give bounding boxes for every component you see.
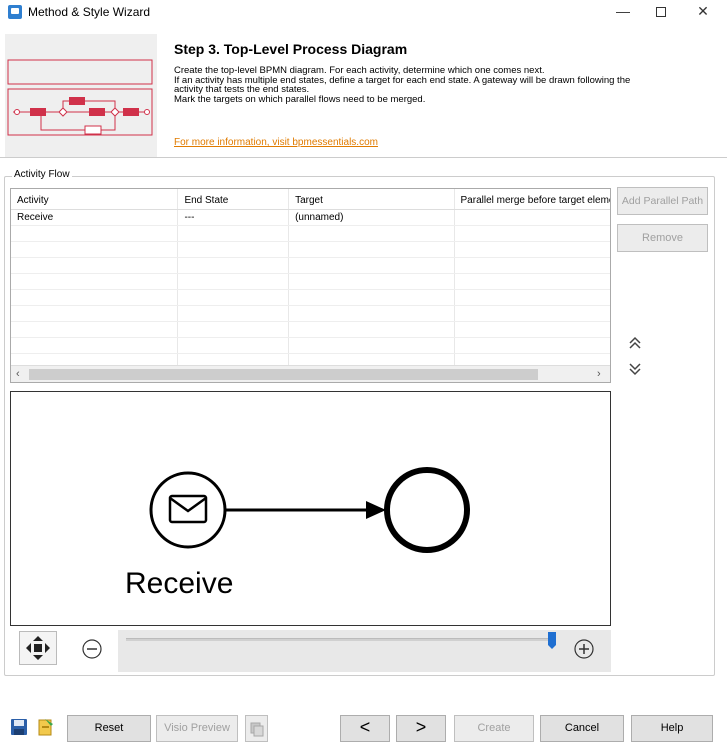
description-line: Mark the targets on which parallel flows…: [174, 93, 426, 105]
table-row[interactable]: [11, 274, 610, 290]
empty-cell[interactable]: [11, 242, 179, 257]
column-header-end-state[interactable]: End State: [178, 189, 290, 209]
empty-cell[interactable]: [178, 306, 290, 321]
app-icon: [8, 5, 22, 19]
maximize-icon: [656, 7, 666, 17]
diagram-thumbnail: [5, 34, 157, 157]
empty-cell[interactable]: [455, 290, 610, 305]
minimize-button[interactable]: —: [606, 0, 640, 24]
cancel-button[interactable]: Cancel: [540, 715, 624, 742]
zoom-out-button[interactable]: [81, 638, 103, 660]
step-description: Create the top-level BPMN diagram. For e…: [174, 66, 694, 104]
table-row[interactable]: [11, 338, 610, 354]
empty-cell[interactable]: [455, 226, 610, 241]
empty-cell[interactable]: [289, 290, 455, 305]
grid-header: Activity End State Target Parallel merge…: [11, 189, 610, 210]
maximize-button[interactable]: [644, 0, 678, 24]
next-button[interactable]: >: [396, 715, 446, 742]
sequence-flow-arrow: [366, 501, 386, 519]
title-bar: Method & Style Wizard — ✕: [0, 0, 727, 24]
move-icon: [26, 636, 50, 660]
empty-cell[interactable]: [455, 242, 610, 257]
scroll-left-icon[interactable]: ‹: [16, 368, 20, 380]
cell-end-state[interactable]: ---: [178, 210, 290, 225]
copy-button[interactable]: [245, 715, 268, 742]
scrollbar-thumb[interactable]: [29, 369, 538, 380]
cell-activity[interactable]: Receive: [11, 210, 179, 225]
empty-cell[interactable]: [11, 258, 179, 273]
open-file-icon[interactable]: [36, 717, 56, 737]
help-button[interactable]: Help: [631, 715, 713, 742]
cell-parallel-merge[interactable]: [455, 210, 610, 225]
empty-cell[interactable]: [11, 274, 179, 289]
create-button[interactable]: Create: [454, 715, 534, 742]
empty-cell[interactable]: [455, 338, 610, 353]
table-row[interactable]: Receive --- (unnamed): [11, 210, 610, 226]
scroll-right-icon[interactable]: ›: [597, 368, 601, 380]
empty-cell[interactable]: [178, 290, 290, 305]
empty-cell[interactable]: [289, 242, 455, 257]
empty-cell[interactable]: [178, 226, 290, 241]
empty-cell[interactable]: [178, 322, 290, 337]
empty-cell[interactable]: [11, 226, 179, 241]
move-down-icon[interactable]: [625, 359, 645, 379]
move-up-icon[interactable]: [625, 333, 645, 353]
empty-cell[interactable]: [289, 274, 455, 289]
zoom-slider[interactable]: [126, 638, 556, 641]
empty-cell[interactable]: [455, 258, 610, 273]
zoom-slider-thumb[interactable]: [547, 632, 556, 649]
close-button[interactable]: ✕: [686, 0, 720, 24]
plus-circle-icon: [574, 639, 594, 659]
table-row[interactable]: [11, 322, 610, 338]
table-row[interactable]: [11, 226, 610, 242]
column-header-target[interactable]: Target: [289, 189, 455, 209]
empty-cell[interactable]: [178, 338, 290, 353]
empty-cell[interactable]: [11, 322, 179, 337]
minus-circle-icon: [82, 639, 102, 659]
activity-flow-grid[interactable]: Activity End State Target Parallel merge…: [10, 188, 611, 383]
empty-cell[interactable]: [455, 322, 610, 337]
window-title: Method & Style Wizard: [28, 5, 151, 19]
wizard-header: Step 3. Top-Level Process Diagram Create…: [0, 24, 727, 158]
column-header-parallel-merge[interactable]: Parallel merge before target eleme: [455, 189, 610, 209]
table-row[interactable]: [11, 258, 610, 274]
remove-button[interactable]: Remove: [617, 224, 708, 252]
activity-flow-label: Activity Flow: [12, 169, 72, 180]
empty-cell[interactable]: [11, 306, 179, 321]
empty-cell[interactable]: [289, 258, 455, 273]
empty-cell[interactable]: [11, 290, 179, 305]
step-title: Step 3. Top-Level Process Diagram: [174, 41, 408, 57]
cell-target[interactable]: (unnamed): [289, 210, 455, 225]
add-parallel-path-button[interactable]: Add Parallel Path: [617, 187, 708, 215]
column-header-activity[interactable]: Activity: [11, 189, 179, 209]
table-row[interactable]: [11, 306, 610, 322]
empty-cell[interactable]: [289, 338, 455, 353]
empty-cell[interactable]: [455, 274, 610, 289]
more-info-link[interactable]: For more information, visit bpmessential…: [174, 137, 378, 148]
empty-cell[interactable]: [455, 306, 610, 321]
empty-cell[interactable]: [11, 338, 179, 353]
pan-button[interactable]: [19, 631, 57, 665]
table-row[interactable]: [11, 290, 610, 306]
horizontal-scrollbar[interactable]: ‹ ›: [11, 365, 610, 382]
diagram-canvas[interactable]: Receive: [10, 391, 611, 626]
back-button[interactable]: <: [340, 715, 390, 742]
visio-preview-button[interactable]: Visio Preview: [156, 715, 238, 742]
empty-cell[interactable]: [289, 322, 455, 337]
activity-label: Receive: [125, 567, 233, 600]
empty-cell[interactable]: [289, 306, 455, 321]
empty-cell[interactable]: [178, 258, 290, 273]
table-row[interactable]: [11, 242, 610, 258]
end-event: [384, 467, 470, 553]
empty-cell[interactable]: [178, 274, 290, 289]
copy-icon: [250, 722, 264, 737]
save-icon[interactable]: [9, 717, 29, 737]
empty-cell[interactable]: [178, 242, 290, 257]
zoom-in-button[interactable]: [573, 638, 595, 660]
empty-cell[interactable]: [289, 226, 455, 241]
reset-button[interactable]: Reset: [67, 715, 151, 742]
zoom-slider-area: [118, 630, 611, 672]
